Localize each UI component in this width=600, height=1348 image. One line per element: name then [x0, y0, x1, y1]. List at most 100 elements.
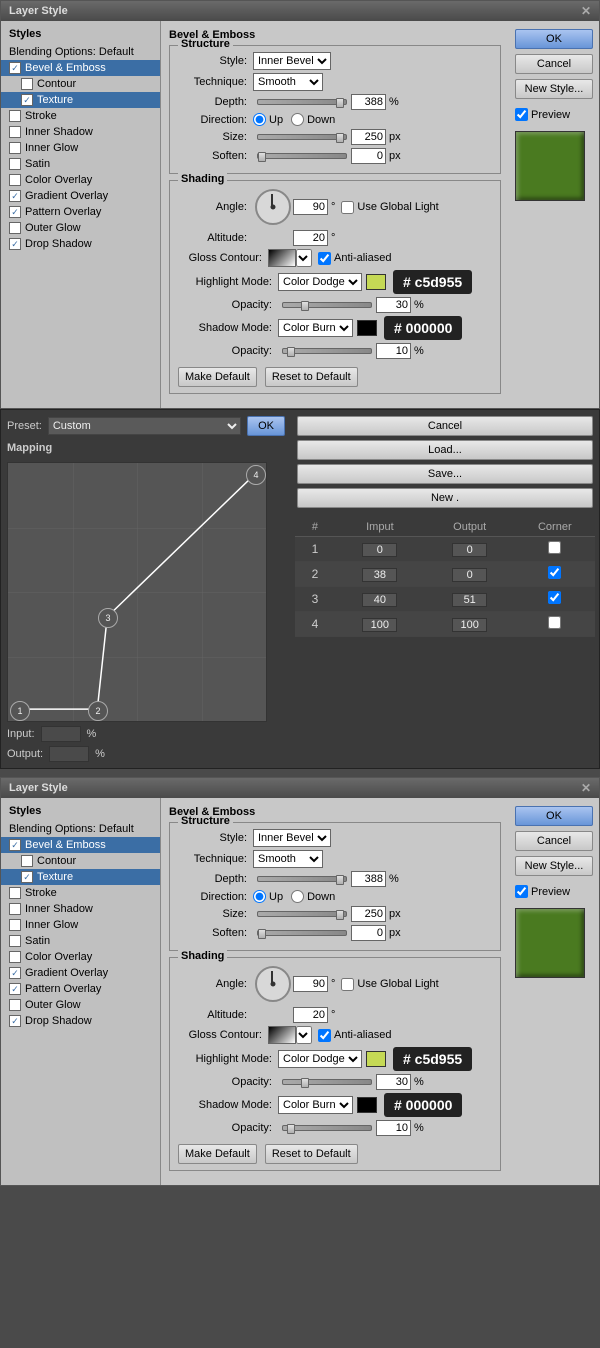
row4-input[interactable]	[335, 612, 425, 637]
row3-input-field[interactable]	[362, 593, 397, 607]
highlight-opacity-slider-bottom[interactable]	[282, 1079, 372, 1085]
color-overlay-checkbox[interactable]	[9, 174, 21, 186]
size-thumb-bottom[interactable]	[336, 910, 344, 920]
sidebar-outer-glow[interactable]: Outer Glow	[1, 220, 160, 236]
highlight-color-swatch-bottom[interactable]	[366, 1051, 386, 1067]
row4-output[interactable]	[425, 612, 515, 637]
sidebar-outer-glow-bottom[interactable]: Outer Glow	[1, 997, 160, 1013]
row2-output-field[interactable]	[452, 568, 487, 582]
color-overlay-checkbox-bottom[interactable]	[9, 951, 21, 963]
contour-select-bottom[interactable]: ▼	[296, 1026, 312, 1044]
row4-output-field[interactable]	[452, 618, 487, 632]
reset-to-default-button-bottom[interactable]: Reset to Default	[265, 1144, 358, 1164]
curve-point-4[interactable]: 4	[246, 465, 266, 485]
sidebar-pattern-overlay-bottom[interactable]: Pattern Overlay	[1, 981, 160, 997]
highlight-opacity-thumb[interactable]	[301, 301, 309, 311]
curve-load-button[interactable]: Load...	[297, 440, 593, 460]
angle-circle[interactable]	[255, 189, 291, 225]
row3-corner[interactable]	[515, 587, 595, 612]
sidebar-satin[interactable]: Satin	[1, 156, 160, 172]
global-light-label[interactable]: Use Global Light	[341, 201, 438, 214]
inner-glow-checkbox-bottom[interactable]	[9, 919, 21, 931]
shadow-mode-select[interactable]: Color Burn	[278, 319, 353, 337]
sidebar-contour-bottom[interactable]: Contour	[1, 853, 160, 869]
angle-circle-bottom[interactable]	[255, 966, 291, 1002]
sidebar-drop-shadow[interactable]: Drop Shadow	[1, 236, 160, 252]
curve-point-1[interactable]: 1	[10, 701, 30, 721]
sidebar-drop-shadow-bottom[interactable]: Drop Shadow	[1, 1013, 160, 1029]
shadow-opacity-thumb-bottom[interactable]	[287, 1124, 295, 1134]
contour-preview-bottom[interactable]	[268, 1026, 296, 1044]
row1-input-field[interactable]	[362, 543, 397, 557]
row2-input-field[interactable]	[362, 568, 397, 582]
sidebar-color-overlay-bottom[interactable]: Color Overlay	[1, 949, 160, 965]
sidebar-stroke-bottom[interactable]: Stroke	[1, 885, 160, 901]
size-thumb[interactable]	[336, 133, 344, 143]
close-button-bottom[interactable]: ✕	[581, 781, 591, 795]
contour-preview[interactable]	[268, 249, 296, 267]
anti-aliased-label-bottom[interactable]: Anti-aliased	[318, 1029, 391, 1042]
soften-input[interactable]	[351, 148, 386, 164]
drop-shadow-checkbox-bottom[interactable]	[9, 1015, 21, 1027]
sidebar-blending-options[interactable]: Blending Options: Default	[1, 44, 160, 60]
shadow-opacity-slider[interactable]	[282, 348, 372, 354]
sidebar-contour[interactable]: Contour	[1, 76, 160, 92]
satin-checkbox[interactable]	[9, 158, 21, 170]
gradient-overlay-checkbox-bottom[interactable]	[9, 967, 21, 979]
sidebar-bevel-emboss[interactable]: Bevel & Emboss	[1, 60, 160, 76]
soften-thumb-bottom[interactable]	[258, 929, 266, 939]
sidebar-inner-glow[interactable]: Inner Glow	[1, 140, 160, 156]
size-input[interactable]	[351, 129, 386, 145]
row2-corner-check[interactable]	[548, 566, 561, 579]
shadow-opacity-thumb[interactable]	[287, 347, 295, 357]
ok-button-bottom[interactable]: OK	[515, 806, 593, 826]
depth-slider-bottom[interactable]	[257, 876, 347, 882]
row4-input-field[interactable]	[362, 618, 397, 632]
altitude-input[interactable]	[293, 230, 328, 246]
sidebar-inner-glow-bottom[interactable]: Inner Glow	[1, 917, 160, 933]
satin-checkbox-bottom[interactable]	[9, 935, 21, 947]
row1-output[interactable]	[425, 537, 515, 562]
row3-input[interactable]	[335, 587, 425, 612]
sidebar-blending-options-bottom[interactable]: Blending Options: Default	[1, 821, 160, 837]
sidebar-inner-shadow-bottom[interactable]: Inner Shadow	[1, 901, 160, 917]
row3-output[interactable]	[425, 587, 515, 612]
soften-slider[interactable]	[257, 153, 347, 159]
row4-corner[interactable]	[515, 612, 595, 637]
row1-output-field[interactable]	[452, 543, 487, 557]
direction-down-input[interactable]	[291, 113, 304, 126]
drop-shadow-checkbox[interactable]	[9, 238, 21, 250]
direction-up-radio[interactable]: Up	[253, 113, 283, 126]
direction-down-input-bottom[interactable]	[291, 890, 304, 903]
row1-corner-check[interactable]	[548, 541, 561, 554]
sidebar-pattern-overlay[interactable]: Pattern Overlay	[1, 204, 160, 220]
highlight-opacity-slider[interactable]	[282, 302, 372, 308]
depth-input-bottom[interactable]	[351, 871, 386, 887]
style-select-bottom[interactable]: Inner Bevel	[253, 829, 331, 847]
curve-point-2[interactable]: 2	[88, 701, 108, 721]
outer-glow-checkbox-bottom[interactable]	[9, 999, 21, 1011]
angle-input[interactable]	[293, 199, 328, 215]
sidebar-satin-bottom[interactable]: Satin	[1, 933, 160, 949]
ok-button-top[interactable]: OK	[515, 29, 593, 49]
row1-input[interactable]	[335, 537, 425, 562]
preset-select[interactable]: Custom	[48, 417, 241, 435]
sidebar-gradient-overlay[interactable]: Gradient Overlay	[1, 188, 160, 204]
bevel-checkbox[interactable]	[9, 62, 21, 74]
row3-corner-check[interactable]	[548, 591, 561, 604]
style-select[interactable]: Inner Bevel	[253, 52, 331, 70]
contour-select[interactable]: ▼	[296, 249, 312, 267]
make-default-button[interactable]: Make Default	[178, 367, 257, 387]
texture-checkbox-bottom[interactable]	[21, 871, 33, 883]
sidebar-texture[interactable]: Texture	[1, 92, 160, 108]
size-input-bottom[interactable]	[351, 906, 386, 922]
texture-checkbox[interactable]	[21, 94, 33, 106]
input-field[interactable]	[41, 726, 81, 742]
shadow-opacity-input-bottom[interactable]	[376, 1120, 411, 1136]
highlight-opacity-input-bottom[interactable]	[376, 1074, 411, 1090]
new-style-button-bottom[interactable]: New Style...	[515, 856, 593, 876]
inner-shadow-checkbox-bottom[interactable]	[9, 903, 21, 915]
row4-corner-check[interactable]	[548, 616, 561, 629]
new-style-button-top[interactable]: New Style...	[515, 79, 593, 99]
soften-slider-bottom[interactable]	[257, 930, 347, 936]
